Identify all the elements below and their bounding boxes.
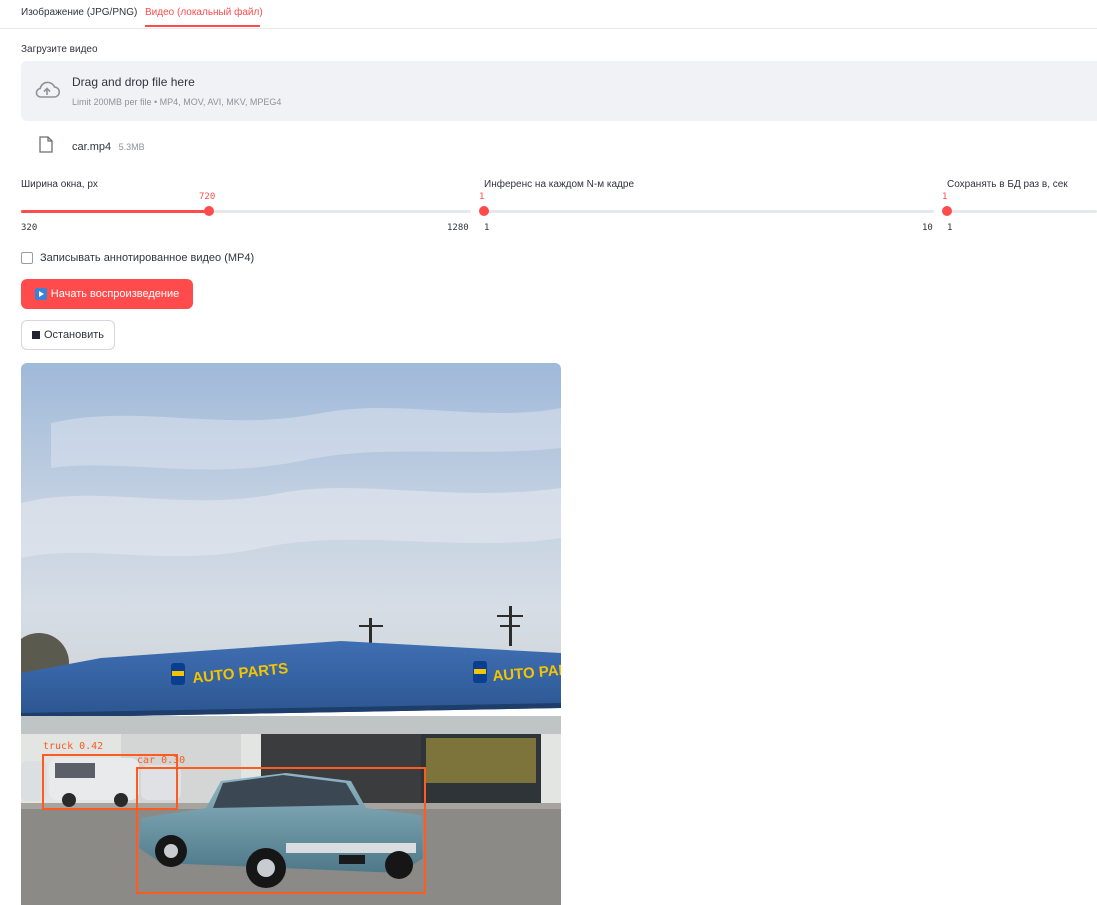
stop-label: Остановить (43, 329, 105, 341)
slider-width-fill (21, 210, 209, 213)
slider-inference-max: 10 (922, 223, 933, 233)
record-video-label: Записывать аннотированное видео (MP4) (40, 252, 255, 264)
video-frame: AUTO PARTS AUTO PARTS truck 0.42 car 0.3… (21, 363, 561, 905)
dropzone-title: Drag and drop file here (72, 75, 195, 89)
slider-width-label: Ширина окна, px (21, 179, 98, 190)
start-playback-button[interactable]: Начать воспроизведение (21, 279, 193, 309)
tab-image[interactable]: Изображение (JPG/PNG) (21, 7, 137, 18)
stop-icon (31, 331, 40, 339)
detection-label-truck: truck 0.42 (43, 741, 104, 752)
file-size: 5.3MB (118, 142, 145, 152)
slider-inference-min: 1 (484, 223, 490, 233)
slider-width-thumb[interactable] (204, 206, 214, 216)
slider-db-min: 1 (947, 223, 953, 233)
file-name: car.mp4 (72, 141, 112, 153)
file-icon (39, 136, 53, 158)
start-playback-label: Начать воспроизведение (50, 288, 180, 300)
dropzone-subtitle: Limit 200MB per file • MP4, MOV, AVI, MK… (72, 97, 282, 107)
tab-video[interactable]: Видео (локальный файл) (145, 7, 263, 18)
slider-db-label: Сохранять в БД раз в, сек (947, 179, 1068, 190)
slider-inference-thumb[interactable] (479, 206, 489, 216)
file-dropzone[interactable]: Drag and drop file here Limit 200MB per … (21, 61, 1097, 121)
slider-width-min: 320 (21, 223, 38, 233)
slider-inference-value: 1 (479, 192, 485, 202)
slider-inference-label: Инференс на каждом N-м кадре (484, 179, 634, 190)
record-video-checkbox[interactable] (21, 252, 33, 264)
play-icon (34, 288, 47, 300)
slider-inference-track[interactable] (484, 210, 934, 213)
active-tab-indicator (145, 25, 260, 27)
stop-button[interactable]: Остановить (21, 320, 115, 350)
slider-db-thumb[interactable] (942, 206, 952, 216)
slider-width-max: 1280 (447, 223, 469, 233)
tab-bar: Изображение (JPG/PNG) Видео (локальный ф… (0, 0, 1097, 29)
slider-db-track[interactable] (947, 210, 1097, 213)
detection-label-car: car 0.30 (137, 755, 186, 766)
slider-db-value: 1 (942, 192, 948, 202)
uploaded-file: car.mp4 5.3MB (72, 137, 145, 155)
slider-width-value: 720 (199, 192, 216, 202)
cloud-upload-icon (33, 79, 61, 106)
video-scene-image: AUTO PARTS AUTO PARTS (21, 363, 561, 905)
uploader-label: Загрузите видео (21, 44, 98, 55)
